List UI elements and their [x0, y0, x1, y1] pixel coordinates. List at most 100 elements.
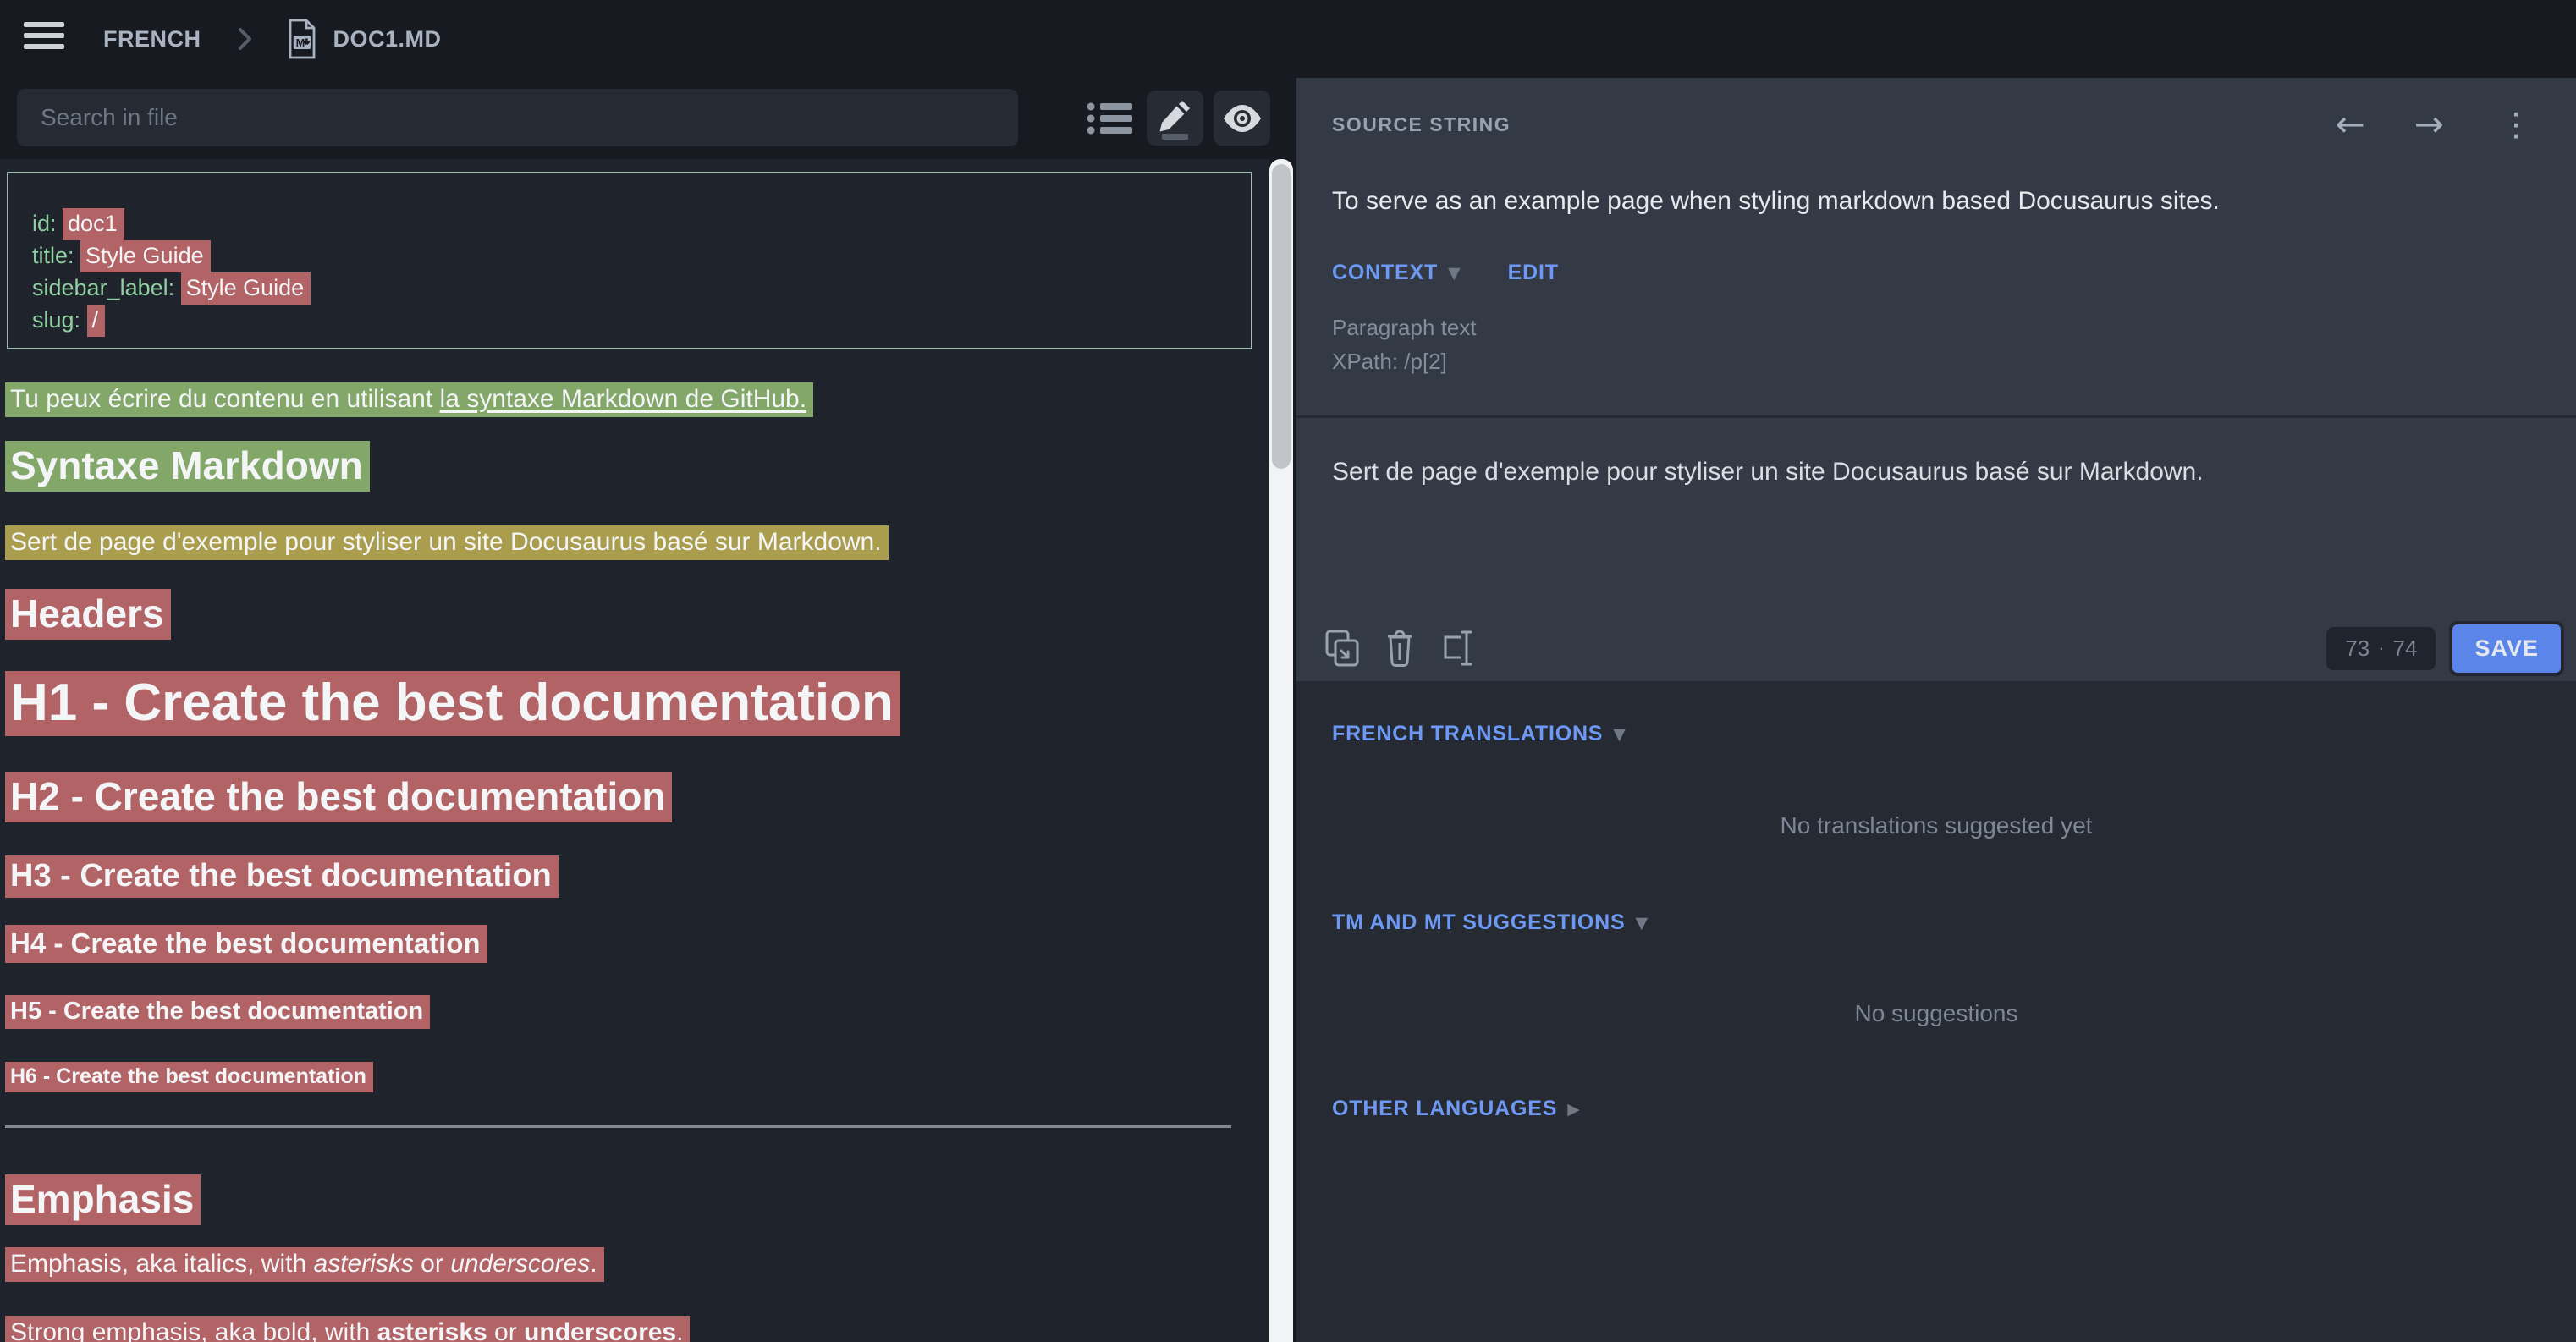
context-row: CONTEXT ▼ EDIT [1332, 261, 2540, 285]
copy-source-button[interactable] [1325, 630, 1359, 667]
doc-heading-2: Emphasis [5, 1175, 1251, 1223]
select-text-button[interactable] [1440, 630, 1474, 667]
frontmatter-line: slug: / [32, 304, 1227, 336]
strings-list-button[interactable] [1087, 99, 1132, 138]
untranslated-string[interactable]: H2 - Create the best documentation [5, 772, 672, 822]
other-languages-label: OTHER LANGUAGES [1332, 1097, 1557, 1121]
untranslated-string[interactable]: Strong emphasis, aka bold, with asterisk… [5, 1316, 690, 1342]
source-string-panel: SOURCE STRING ← → ⋮ To serve as an examp… [1296, 78, 2576, 681]
frontmatter-value-string[interactable]: doc1 [63, 208, 124, 240]
untranslated-string[interactable]: H6 - Create the best documentation [5, 1062, 373, 1092]
more-menu-button[interactable]: ⋮ [2495, 110, 2537, 139]
translated-string[interactable]: Syntaxe Markdown [5, 441, 370, 492]
horizontal-rule [5, 1125, 1231, 1128]
doc-heading-2: Headers [5, 590, 1251, 637]
paragraph-segment: Tu peux écrire du contenu en utilisant [10, 385, 440, 413]
doc-heading-2: Syntaxe Markdown [5, 442, 1251, 489]
frontmatter-value-string[interactable]: Style Guide [80, 240, 211, 272]
tm-suggestions-toggle[interactable]: TM AND MT SUGGESTIONS ▼ [1332, 910, 2540, 935]
caret-down-icon: ▼ [1635, 914, 1648, 932]
paragraph-segment-italic: underscores [450, 1250, 590, 1278]
untranslated-string[interactable]: H3 - Create the best documentation [5, 855, 559, 898]
tm-empty-state: No suggestions [1332, 1000, 2540, 1027]
scrollbar-track[interactable] [1269, 159, 1293, 1342]
frontmatter-block: id: doc1 title: Style Guide sidebar_labe… [7, 172, 1252, 349]
source-string-header: SOURCE STRING ← → ⋮ [1296, 78, 2576, 139]
paragraph-segment: or [487, 1318, 524, 1342]
context-toggle[interactable]: CONTEXT [1332, 261, 1438, 285]
doc-paragraph: Sert de page d'exemple pour styliser un … [5, 525, 1251, 559]
frontmatter-key: slug: [32, 307, 87, 333]
breadcrumb-file[interactable]: DOC1.MD [333, 26, 442, 52]
doc-paragraph: Emphasis, aka italics, with asterisks or… [5, 1247, 1251, 1281]
frontmatter-value-string[interactable]: Style Guide [181, 272, 311, 305]
paragraph-segment: . [676, 1318, 683, 1342]
save-button[interactable]: SAVE [2449, 621, 2564, 676]
doc-heading-1: H1 - Create the best documentation [5, 672, 1251, 734]
edit-mode-button[interactable] [1147, 91, 1203, 146]
selected-string[interactable]: Sert de page d'exemple pour styliser un … [5, 525, 889, 560]
document-preview: id: doc1 title: Style Guide sidebar_labe… [0, 159, 1269, 1342]
preview-mode-button[interactable] [1214, 91, 1270, 146]
translated-string[interactable]: Tu peux écrire du contenu en utilisant l… [5, 382, 813, 417]
paragraph-segment: . [590, 1250, 597, 1278]
paragraph-segment-italic: asterisks [313, 1250, 413, 1278]
paragraph-segment-bold: underscores [524, 1318, 676, 1342]
caret-down-icon: ▼ [1613, 725, 1626, 744]
suggestions-panel: FRENCH TRANSLATIONS ▼ No translations su… [1296, 681, 2576, 1342]
eye-icon [1222, 104, 1263, 133]
translation-char-count: 74 [2393, 635, 2418, 662]
pencil-icon [1156, 97, 1195, 140]
trash-icon [1386, 629, 1413, 668]
character-counter: 73 · 74 [2326, 627, 2436, 670]
paragraph-segment-bold: asterisks [377, 1318, 487, 1342]
translations-empty-state: No translations suggested yet [1332, 812, 2540, 839]
frontmatter-line: title: Style Guide [32, 239, 1227, 272]
text-selection-icon [1439, 629, 1476, 668]
breadcrumb-chevron-icon [237, 25, 254, 52]
frontmatter-value-string[interactable]: / [87, 305, 106, 337]
svg-text:M: M [295, 36, 305, 49]
untranslated-string[interactable]: H4 - Create the best documentation [5, 925, 487, 963]
source-char-count: 73 [2345, 635, 2370, 662]
untranslated-string[interactable]: H5 - Create the best documentation [5, 995, 430, 1029]
next-string-button[interactable]: → [2408, 110, 2451, 139]
doc-heading-4: H4 - Create the best documentation [5, 927, 1251, 959]
doc-heading-5: H5 - Create the best documentation [5, 998, 1251, 1026]
translation-textarea[interactable]: Sert de page d'exemple pour styliser un … [1332, 457, 2540, 550]
previous-string-button[interactable]: ← [2329, 110, 2372, 139]
tm-suggestions-label: TM AND MT SUGGESTIONS [1332, 910, 1625, 935]
untranslated-string[interactable]: Headers [5, 589, 171, 640]
paragraph-segment: Strong emphasis, aka bold, with [10, 1318, 377, 1342]
edit-context-button[interactable]: EDIT [1508, 261, 1559, 285]
frontmatter-key: title: [32, 243, 80, 268]
caret-down-icon: ▼ [1448, 264, 1461, 283]
untranslated-string[interactable]: H1 - Create the best documentation [5, 671, 900, 736]
paragraph-segment: Emphasis, aka italics, with [10, 1250, 313, 1278]
untranslated-string[interactable]: Emphasis [5, 1174, 201, 1225]
file-toolbar [0, 89, 1296, 146]
doc-paragraph: Strong emphasis, aka bold, with asterisk… [5, 1316, 1251, 1342]
delete-translation-button[interactable] [1383, 630, 1417, 667]
frontmatter-line: id: doc1 [32, 207, 1227, 239]
doc-heading-3: H3 - Create the best documentation [5, 855, 1251, 897]
doc-heading-2: H2 - Create the best documentation [5, 773, 1251, 820]
other-languages-toggle[interactable]: OTHER LANGUAGES ▶ [1332, 1097, 2540, 1121]
untranslated-string[interactable]: Emphasis, aka italics, with asterisks or… [5, 1247, 604, 1282]
search-input[interactable] [17, 89, 1018, 146]
copy-icon [1324, 629, 1360, 668]
hamburger-icon [24, 22, 66, 49]
scrollbar-thumb[interactable] [1272, 164, 1291, 469]
menu-button[interactable] [24, 22, 66, 54]
markdown-file-icon: M [284, 18, 320, 60]
frontmatter-line: sidebar_label: Style Guide [32, 272, 1227, 304]
left-topbar: FRENCH M DOC1.MD [0, 0, 1296, 78]
counter-separator: · [2378, 637, 2384, 659]
breadcrumb-project[interactable]: FRENCH [103, 26, 201, 52]
breadcrumb: FRENCH M DOC1.MD [103, 0, 442, 78]
french-translations-label: FRENCH TRANSLATIONS [1332, 722, 1603, 746]
paragraph-segment: or [414, 1250, 450, 1278]
french-translations-toggle[interactable]: FRENCH TRANSLATIONS ▼ [1332, 722, 2540, 746]
list-icon [1087, 99, 1132, 138]
context-type: Paragraph text [1332, 311, 2540, 344]
